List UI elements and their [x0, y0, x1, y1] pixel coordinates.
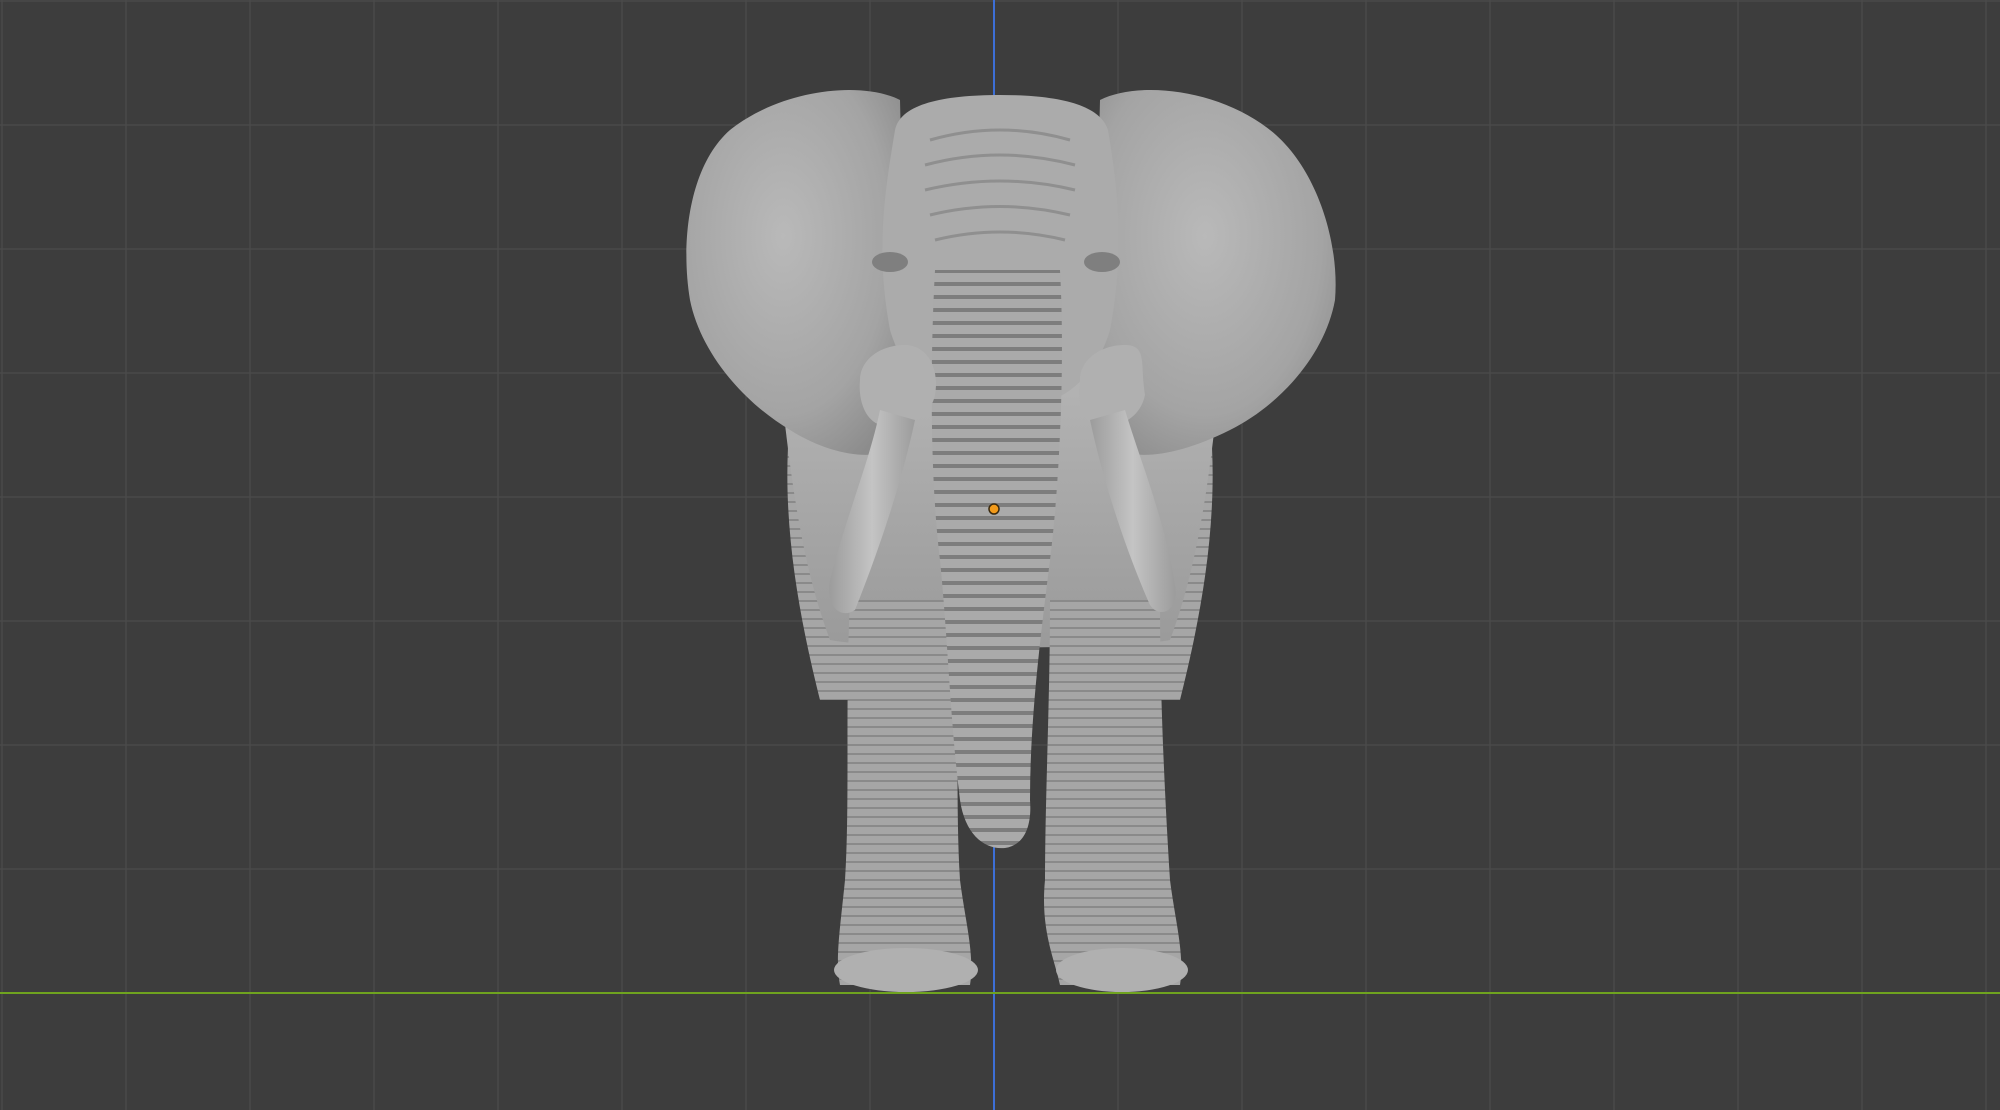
front-left-foot: [834, 948, 978, 992]
elephant-mesh[interactable]: [686, 90, 1336, 992]
viewport-canvas[interactable]: [0, 0, 2000, 1110]
left-eye: [872, 252, 908, 272]
object-origin-dot[interactable]: [988, 503, 1000, 515]
3d-viewport[interactable]: [0, 0, 2000, 1110]
front-right-foot: [1056, 948, 1188, 992]
right-eye: [1084, 252, 1120, 272]
